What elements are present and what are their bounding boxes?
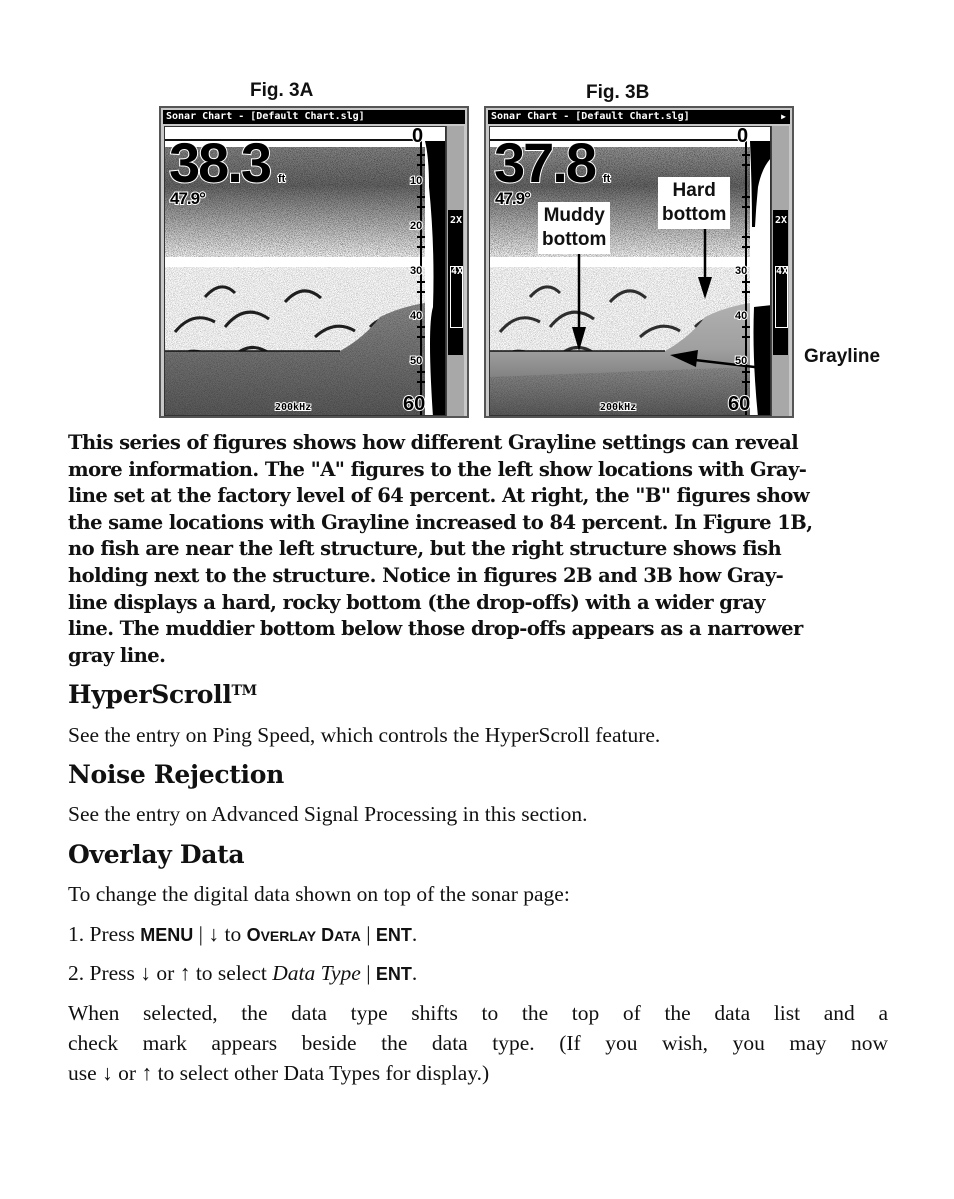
heading-noise-rejection: Noise Rejection [68, 760, 284, 789]
overlay-step-1: 1. Press MENU | ↓ to OVERLAY DATA | ENT. [68, 919, 888, 951]
zoom-2x[interactable]: 2X [450, 216, 462, 226]
sonar-title: Sonar Chart - [Default Chart.slg] [491, 111, 690, 122]
sonar-chart-area: 38.3 ft 47.9° 200kHz 0 10 20 30 40 50 60 [164, 126, 446, 416]
zoom-4x-selected[interactable]: 4X [450, 266, 463, 328]
smallcaps-initial: D [316, 925, 335, 945]
caption-line: holding next to the structure. Notice in… [68, 563, 784, 587]
figure-label-3b: Fig. 3B [586, 82, 650, 103]
grayline-label: Grayline [804, 346, 881, 367]
step-end: . [411, 961, 418, 985]
overlay-data-intro: To change the digital data shown on top … [68, 882, 570, 906]
caption-line: line displays a hard, rocky bottom (the … [68, 590, 766, 614]
noise-rejection-body: See the entry on Advanced Signal Process… [68, 802, 588, 826]
trademark-symbol: TM [231, 683, 258, 699]
callout-line: bottom [542, 229, 607, 250]
step-text: to [219, 922, 247, 946]
frequency-readout: 200kHz [274, 401, 312, 414]
depth-scale-40: 40 [409, 309, 423, 323]
overlay-data-body: When selected, the data type shifts to t… [68, 998, 888, 1088]
depth-scale-60: 60 [727, 392, 751, 415]
key-menu: MENU [140, 925, 194, 945]
separator: | [193, 922, 209, 946]
sonar-screen-3b: Sonar Chart - [Default Chart.slg] ▶ 37.8… [484, 106, 794, 418]
caption-line: line set at the factory level of 64 perc… [68, 484, 810, 508]
callout-line: Muddy [543, 205, 605, 226]
menu-item-data-type: Data Type [272, 961, 361, 985]
key-ent: ENT [375, 964, 412, 984]
depth-scale-0: 0 [736, 126, 749, 148]
hyperscroll-body: See the entry on Ping Speed, which contr… [68, 723, 661, 747]
depth-scale-40: 40 [734, 309, 748, 323]
sonar-screen-3a: Sonar Chart - [Default Chart.slg] 38.3 f… [159, 106, 469, 418]
depth-scale-10: 10 [409, 174, 423, 188]
depth-readout: 38.3 [168, 131, 273, 194]
depth-scale-20: 20 [409, 219, 423, 233]
depth-scale-30: 30 [409, 264, 423, 278]
caption-line: no fish are near the left structure, but… [68, 537, 782, 561]
heading-overlay-data: Overlay Data [68, 840, 245, 869]
depth-readout: 37.8 [493, 131, 598, 194]
figure-caption: This series of figures shows how differe… [68, 430, 886, 669]
smallcaps-initial: O [246, 925, 261, 945]
body-line: When selected, the data type shifts to t… [68, 1001, 888, 1025]
callout-hard-bottom: Hard bottom [658, 177, 731, 229]
step-text: or [151, 961, 180, 985]
depth-scale-50: 50 [734, 354, 748, 368]
sonar-title-bar: Sonar Chart - [Default Chart.slg] ▶ [488, 110, 790, 124]
callout-muddy-bottom: Muddy bottom [538, 202, 611, 254]
step-number: 1. Press [68, 922, 141, 946]
smallcaps-rest: VERLAY [260, 928, 317, 944]
sonar-title-bar: Sonar Chart - [Default Chart.slg] [163, 110, 465, 124]
depth-scale-60: 60 [402, 392, 426, 415]
heading-hyperscroll: HyperScrollTM [68, 680, 257, 709]
step-end: . [411, 922, 418, 946]
down-arrow-icon: ↓ [208, 922, 220, 946]
zoom-bar[interactable]: 2X 4X [446, 126, 464, 416]
play-icon: ▶ [781, 112, 786, 121]
caption-line: gray line. [68, 643, 166, 667]
depth-scale-50: 50 [409, 354, 423, 368]
figure-label-3a: Fig. 3A [250, 80, 314, 101]
depth-scale-30: 30 [734, 264, 748, 278]
step-text: to select [190, 961, 273, 985]
separator: | [360, 922, 376, 946]
zoom-4x-selected[interactable]: 4X [775, 266, 788, 328]
caption-line: the same locations with Grayline increas… [68, 510, 813, 534]
zoom-bar[interactable]: 2X 4X [771, 126, 789, 416]
depth-unit: ft [602, 172, 611, 186]
temperature-readout: 47.9° [494, 188, 532, 209]
heading-text: HyperScroll [68, 680, 232, 709]
sonar-chart-area: 37.8 ft 47.9° 200kHz 0 30 40 50 60 Muddy… [489, 126, 771, 416]
key-ent: ENT [375, 925, 412, 945]
frequency-readout: 200kHz [599, 401, 637, 414]
body-line: use ↓ or ↑ to select other Data Types fo… [68, 1061, 490, 1085]
callout-line: bottom [662, 204, 727, 225]
caption-line: more information. The "A" figures to the… [68, 457, 807, 481]
depth-unit: ft [277, 172, 286, 186]
down-arrow-icon: ↓ [140, 961, 152, 985]
caption-line: This series of figures shows how differe… [68, 431, 799, 454]
overlay-step-2: 2. Press ↓ or ↑ to select Data Type | EN… [68, 958, 888, 989]
callout-line: Hard [672, 180, 716, 201]
up-arrow-icon: ↑ [179, 961, 191, 985]
caption-line: line. The muddier bottom below those dro… [68, 617, 803, 641]
menu-overlay-data: OVERLAY DATA [246, 925, 361, 945]
sonar-title: Sonar Chart - [Default Chart.slg] [166, 111, 365, 122]
temperature-readout: 47.9° [169, 188, 207, 209]
smallcaps-rest: ATA [334, 928, 361, 944]
depth-scale-0: 0 [411, 126, 424, 148]
step-number: 2. Press [68, 961, 141, 985]
zoom-2x[interactable]: 2X [775, 216, 787, 226]
separator: | [360, 961, 376, 985]
body-line: check mark appears beside the data type.… [68, 1031, 888, 1055]
